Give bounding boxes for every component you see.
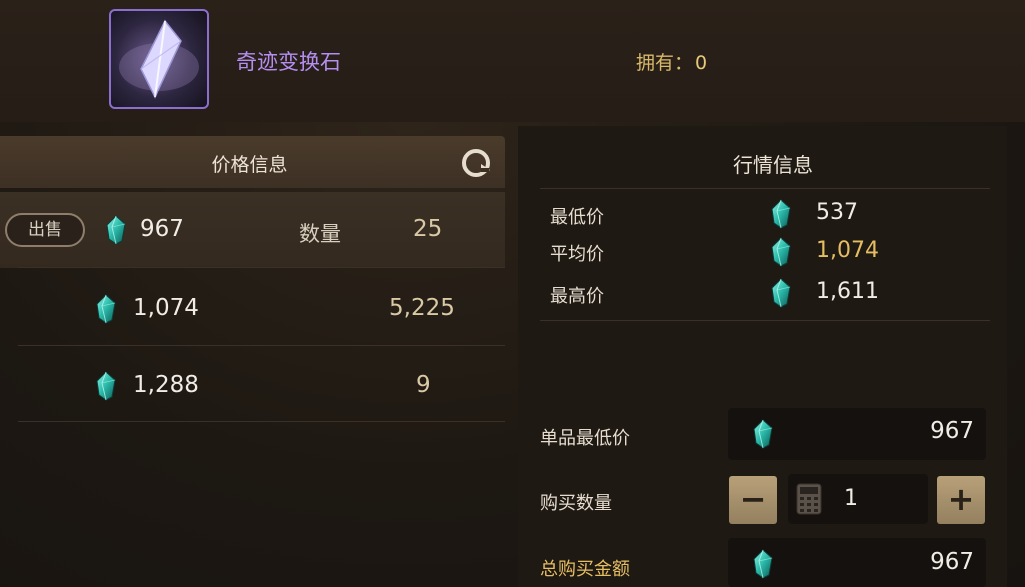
- listing-price: 967: [140, 216, 184, 242]
- increase-quantity-button[interactable]: +: [937, 476, 985, 524]
- refresh-icon: [462, 149, 490, 177]
- total-amount-value: 967: [930, 549, 974, 575]
- listing-price: 1,288: [133, 372, 199, 398]
- quantity-value: 1: [844, 486, 858, 511]
- item-icon-frame[interactable]: [109, 9, 209, 109]
- stat-label-avg: 平均价: [550, 244, 604, 265]
- gem-icon: [752, 419, 774, 449]
- stat-value-avg: 1,074: [816, 238, 879, 263]
- listing-quantity: 9: [416, 372, 431, 398]
- listing-quantity: 25: [413, 216, 443, 242]
- owned-count: 拥有： 0: [636, 48, 707, 75]
- listing-quantity: 5,225: [389, 295, 455, 321]
- divider: [540, 188, 990, 189]
- unit-min-price-field: 967: [728, 408, 986, 460]
- item-name: 奇迹变换石: [236, 50, 341, 74]
- gem-icon: [770, 237, 792, 267]
- owned-label: 拥有：: [636, 52, 694, 74]
- market-info-title: 行情信息: [733, 153, 813, 177]
- price-info-title: 价格信息: [211, 154, 288, 176]
- gem-icon: [95, 294, 117, 324]
- listing-price: 1,074: [133, 295, 199, 321]
- gem-icon: [770, 199, 792, 229]
- stat-label-max: 最高价: [550, 286, 604, 307]
- refresh-button[interactable]: [459, 146, 493, 180]
- total-amount-field: 967: [728, 538, 986, 587]
- gem-icon: [770, 278, 792, 308]
- quantity-label: 数量: [299, 222, 341, 246]
- stat-value-max: 1,611: [816, 279, 879, 304]
- quantity-input[interactable]: 1: [788, 474, 928, 524]
- divider: [540, 320, 990, 321]
- stat-value-min: 537: [816, 200, 858, 225]
- decrease-quantity-button[interactable]: −: [729, 476, 777, 524]
- purple-crystal-icon: [119, 19, 199, 99]
- gem-icon: [105, 215, 127, 245]
- unit-min-price-value: 967: [930, 418, 974, 444]
- sell-button[interactable]: 出售: [5, 213, 85, 247]
- stat-label-min: 最低价: [550, 207, 604, 228]
- unit-min-price-label: 单品最低价: [540, 428, 630, 449]
- price-info-header: 价格信息: [0, 136, 505, 188]
- calculator-icon[interactable]: [796, 483, 822, 515]
- total-amount-label: 总购买金额: [540, 559, 630, 580]
- owned-value: 0: [695, 52, 708, 74]
- gem-icon: [95, 371, 117, 401]
- purchase-quantity-label: 购买数量: [540, 493, 612, 514]
- gem-icon: [752, 549, 774, 579]
